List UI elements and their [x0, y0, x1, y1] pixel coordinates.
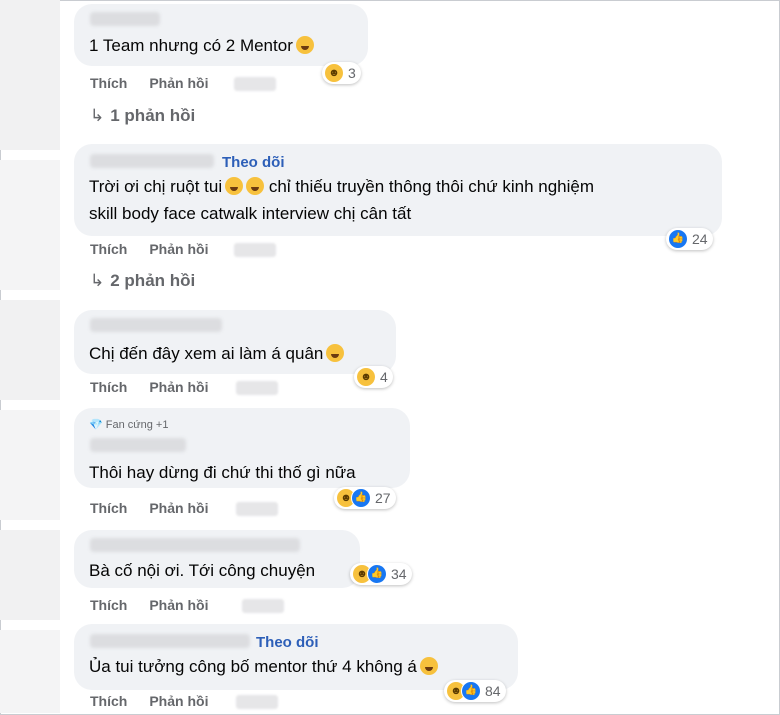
reaction-summary[interactable]: ☻ 👍 34 — [350, 563, 412, 585]
comment-text: Thôi hay dừng đi chứ thi thố gì nữa — [89, 463, 356, 482]
like-button[interactable]: Thích — [90, 75, 127, 91]
like-icon: 👍 — [351, 488, 371, 508]
view-replies-link[interactable]: ↳ 2 phản hồi — [90, 271, 195, 291]
worried-emoji-icon — [419, 657, 438, 675]
like-button[interactable]: Thích — [90, 500, 127, 516]
comment-actions: Thích Phản hồi — [90, 693, 230, 709]
commenter-name[interactable] — [90, 538, 300, 552]
scream-emoji-icon — [225, 177, 244, 195]
laughing-emoji-icon — [295, 36, 314, 54]
commenter-name[interactable] — [90, 318, 222, 332]
timestamp — [234, 77, 276, 91]
avatar — [0, 410, 60, 520]
comment-text: Ủa tui tưởng công bố mentor thứ 4 không … — [89, 657, 438, 677]
commenter-name[interactable] — [90, 154, 214, 168]
reply-button[interactable]: Phản hồi — [149, 379, 208, 395]
like-button[interactable]: Thích — [90, 693, 127, 709]
timestamp — [236, 695, 278, 709]
commenter-name[interactable] — [90, 634, 250, 648]
comment-actions: Thích Phản hồi — [90, 241, 230, 257]
reply-button[interactable]: Phản hồi — [149, 500, 208, 516]
comment-actions: Thích Phản hồi — [90, 597, 230, 613]
follow-link[interactable]: Theo dõi — [222, 154, 285, 171]
timestamp — [236, 502, 278, 516]
reaction-summary[interactable]: ☻ 👍 27 — [334, 487, 396, 509]
comment-text: Trời ơi chị ruột tui chỉ thiếu truyền th… — [89, 177, 595, 196]
reply-arrow-icon: ↳ — [90, 271, 105, 290]
commenter-name[interactable] — [90, 438, 186, 452]
timestamp — [236, 381, 278, 395]
fan-badge: 💎 Fan cứng +1 — [89, 419, 169, 431]
avatar — [0, 300, 60, 400]
reply-button[interactable]: Phản hồi — [149, 597, 208, 613]
like-icon: 👍 — [668, 229, 688, 249]
view-replies-link[interactable]: ↳ 1 phản hồi — [90, 106, 195, 126]
scream-emoji-icon — [246, 177, 265, 195]
comment-text: Bà cố nội ơi. Tới công chuyện — [89, 561, 316, 580]
comment-actions: Thích Phản hồi — [90, 500, 230, 516]
timestamp — [242, 599, 284, 613]
haha-icon: ☻ — [356, 367, 376, 387]
reply-button[interactable]: Phản hồi — [149, 693, 208, 709]
reply-button[interactable]: Phản hồi — [149, 75, 208, 91]
reaction-summary[interactable]: ☻ 4 — [354, 366, 393, 388]
like-icon: 👍 — [367, 564, 387, 584]
avatar — [0, 630, 60, 713]
commenter-name[interactable] — [90, 12, 160, 26]
reply-button[interactable]: Phản hồi — [149, 241, 208, 257]
diamond-icon: 💎 — [89, 419, 103, 431]
like-icon: 👍 — [461, 681, 481, 701]
follow-link[interactable]: Theo dõi — [256, 634, 319, 651]
like-button[interactable]: Thích — [90, 597, 127, 613]
worried-emoji-icon — [326, 344, 345, 362]
comment-actions: Thích Phản hồi — [90, 75, 230, 91]
reply-arrow-icon: ↳ — [90, 106, 105, 125]
reaction-summary[interactable]: ☻ 3 — [322, 62, 361, 84]
comment-text: Chị đến đây xem ai làm á quân — [89, 344, 345, 364]
reaction-summary[interactable]: 👍 24 — [666, 228, 713, 250]
avatar — [0, 0, 60, 150]
reaction-summary[interactable]: ☻ 👍 84 — [444, 680, 506, 702]
avatar — [0, 160, 60, 290]
like-button[interactable]: Thích — [90, 379, 127, 395]
comment-text-line2: skill body face catwalk interview chị câ… — [89, 204, 412, 223]
avatar — [0, 530, 60, 620]
like-button[interactable]: Thích — [90, 241, 127, 257]
haha-icon: ☻ — [324, 63, 344, 83]
timestamp — [234, 243, 276, 257]
comment-text: 1 Team nhưng có 2 Mentor — [89, 36, 314, 56]
comment-actions: Thích Phản hồi — [90, 379, 230, 395]
